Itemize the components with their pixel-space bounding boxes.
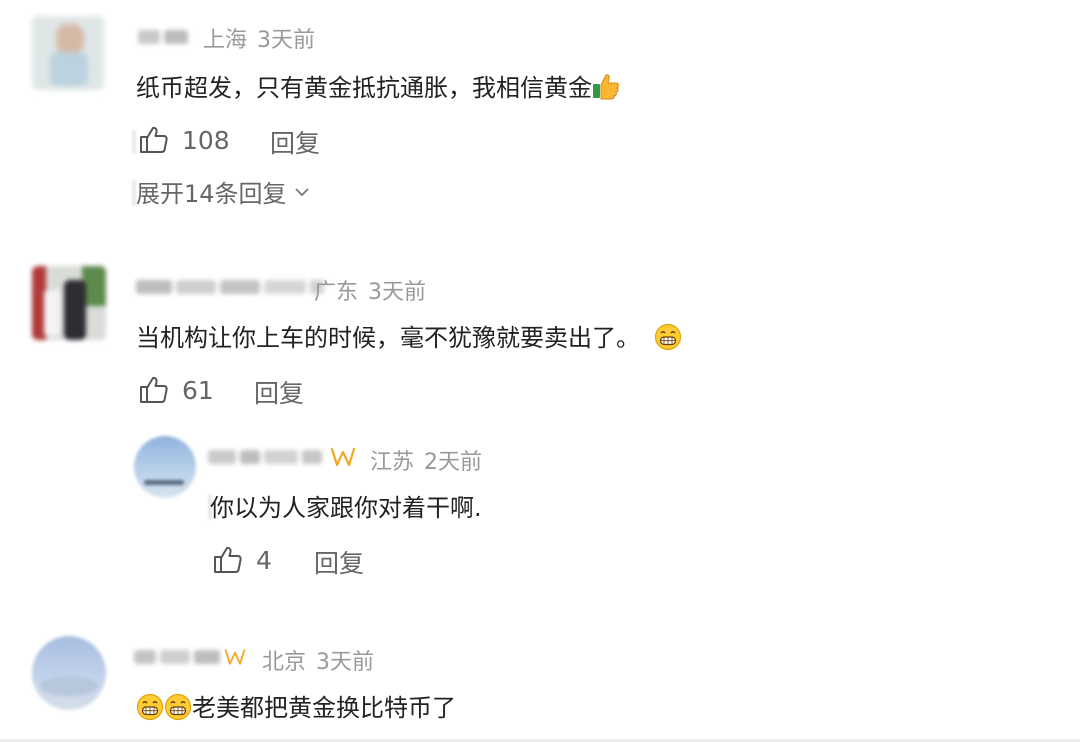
location: 上海 bbox=[203, 28, 248, 53]
username-blurred[interactable] bbox=[208, 444, 324, 470]
thumbs-up-outline-icon bbox=[140, 126, 168, 153]
like-button[interactable]: 108 bbox=[138, 124, 230, 156]
grin-emoji bbox=[654, 323, 681, 351]
thumbs-up-outline-icon bbox=[140, 376, 168, 403]
divider bbox=[132, 130, 136, 154]
location: 北京 bbox=[262, 650, 307, 675]
comment-meta: 江苏 2天前 bbox=[370, 444, 482, 476]
chevron-down-icon bbox=[294, 187, 309, 196]
comment-text: 你以为人家跟你对着干啊. bbox=[210, 494, 482, 522]
thumbs-up-emoji bbox=[593, 74, 619, 100]
comment-meta: 上海 3天前 bbox=[203, 22, 315, 54]
reply-button[interactable]: 回复 bbox=[254, 374, 304, 410]
avatar[interactable] bbox=[32, 16, 104, 90]
reply-button[interactable]: 回复 bbox=[270, 124, 320, 160]
username-blurred[interactable] bbox=[134, 644, 224, 670]
comment-meta: 北京 3天前 bbox=[262, 644, 374, 676]
like-button[interactable]: 4 bbox=[212, 544, 272, 576]
like-count: 108 bbox=[182, 125, 230, 155]
expand-replies-label: 展开14条回复 bbox=[136, 180, 287, 208]
location: 广东 bbox=[314, 280, 359, 305]
like-button[interactable]: 61 bbox=[138, 374, 214, 406]
username-blurred[interactable] bbox=[136, 274, 326, 300]
like-count: 4 bbox=[256, 545, 272, 575]
avatar[interactable] bbox=[32, 266, 106, 340]
avatar[interactable] bbox=[32, 636, 106, 710]
comment-text: 纸币超发，只有黄金抵抗通胀，我相信黄金 bbox=[136, 72, 620, 104]
vip-badge-icon bbox=[224, 649, 246, 665]
timestamp: 3天前 bbox=[257, 28, 316, 53]
comment-text: 当机构让你上车的时候，毫不犹豫就要卖出了。 bbox=[136, 322, 682, 354]
timestamp: 3天前 bbox=[368, 280, 427, 305]
avatar[interactable] bbox=[134, 436, 196, 498]
like-count: 61 bbox=[182, 375, 214, 405]
expand-replies-button[interactable]: 展开14条回复 bbox=[136, 174, 311, 209]
reply-button[interactable]: 回复 bbox=[314, 544, 364, 580]
comment-meta: 广东 3天前 bbox=[314, 274, 426, 306]
comment-text: 老美都把黄金换比特币了 bbox=[136, 692, 456, 724]
thumbs-up-outline-icon bbox=[214, 546, 242, 573]
vip-badge-icon bbox=[330, 447, 356, 467]
location: 江苏 bbox=[370, 450, 415, 475]
timestamp: 3天前 bbox=[316, 650, 375, 675]
username-blurred[interactable] bbox=[138, 24, 194, 50]
timestamp: 2天前 bbox=[424, 450, 483, 475]
grin-emoji bbox=[164, 693, 192, 721]
grin-emoji bbox=[136, 693, 164, 721]
